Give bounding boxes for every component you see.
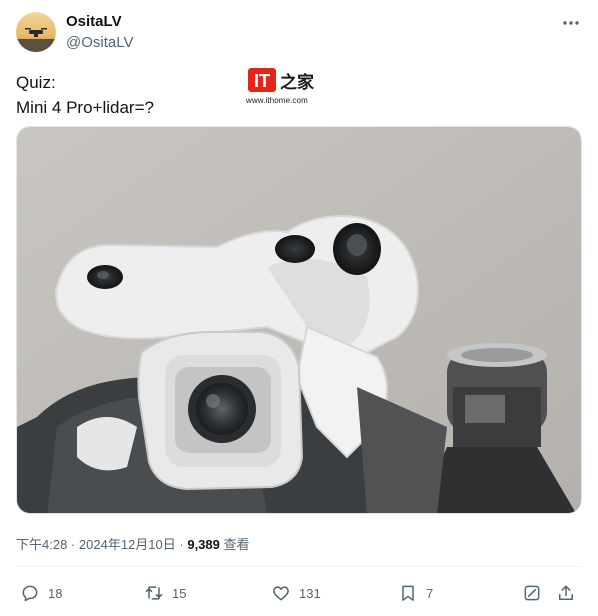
- meta-separator: ·: [70, 537, 76, 552]
- like-button[interactable]: 131: [271, 580, 321, 606]
- share-button[interactable]: [556, 580, 576, 606]
- tweet-image[interactable]: [16, 126, 582, 514]
- more-button[interactable]: [556, 10, 586, 36]
- user-handle[interactable]: @OsitaLV: [66, 34, 133, 51]
- grok-icon: [524, 585, 540, 601]
- drone-photo: [17, 127, 581, 513]
- bookmark-button[interactable]: 7: [398, 580, 433, 606]
- retweet-icon: [145, 586, 163, 600]
- bookmark-count: 7: [426, 585, 434, 601]
- ithome-logo-icon: IT 之家: [248, 68, 314, 93]
- tweet-card: OsitaLV @OsitaLV Quiz: Mini 4 Pro+lidar=…: [0, 0, 598, 616]
- heart-icon: [273, 586, 289, 601]
- share-icon: [559, 585, 573, 600]
- tweet-text-line: Mini 4 Pro+lidar=?: [16, 98, 154, 117]
- bookmark-icon: [402, 585, 414, 601]
- reply-count: 18: [48, 585, 63, 601]
- views-count: 9,389: [187, 537, 220, 552]
- retweet-count: 15: [172, 585, 187, 601]
- action-bar: 18 15 131 7: [0, 580, 598, 606]
- display-name[interactable]: OsitaLV: [66, 13, 122, 30]
- watermark-url: www.ithome.com: [246, 96, 308, 105]
- grok-button[interactable]: [522, 580, 542, 606]
- tweet-time[interactable]: 下午4:28: [16, 537, 67, 552]
- tweet-text: Quiz: Mini 4 Pro+lidar=?: [16, 70, 154, 120]
- watermark-logo-sub: 之家: [280, 72, 314, 93]
- watermark-logo-text: IT: [254, 71, 270, 91]
- ithome-watermark: IT 之家 www.ithome.com: [246, 66, 326, 108]
- divider: [16, 566, 582, 567]
- avatar[interactable]: [16, 12, 56, 52]
- meta-separator: ·: [179, 537, 184, 552]
- more-icon: [563, 21, 579, 25]
- like-count: 131: [299, 585, 321, 601]
- tweet-meta: 下午4:28 · 2024年12月10日 · 9,389 查看: [16, 534, 250, 553]
- avatar-image: [16, 12, 56, 52]
- tweet-text-line: Quiz:: [16, 73, 56, 92]
- views-label: 查看: [223, 537, 250, 552]
- reply-icon: [22, 585, 38, 602]
- retweet-button[interactable]: 15: [144, 580, 186, 606]
- reply-button[interactable]: 18: [20, 580, 62, 606]
- tweet-date[interactable]: 2024年12月10日: [79, 537, 176, 552]
